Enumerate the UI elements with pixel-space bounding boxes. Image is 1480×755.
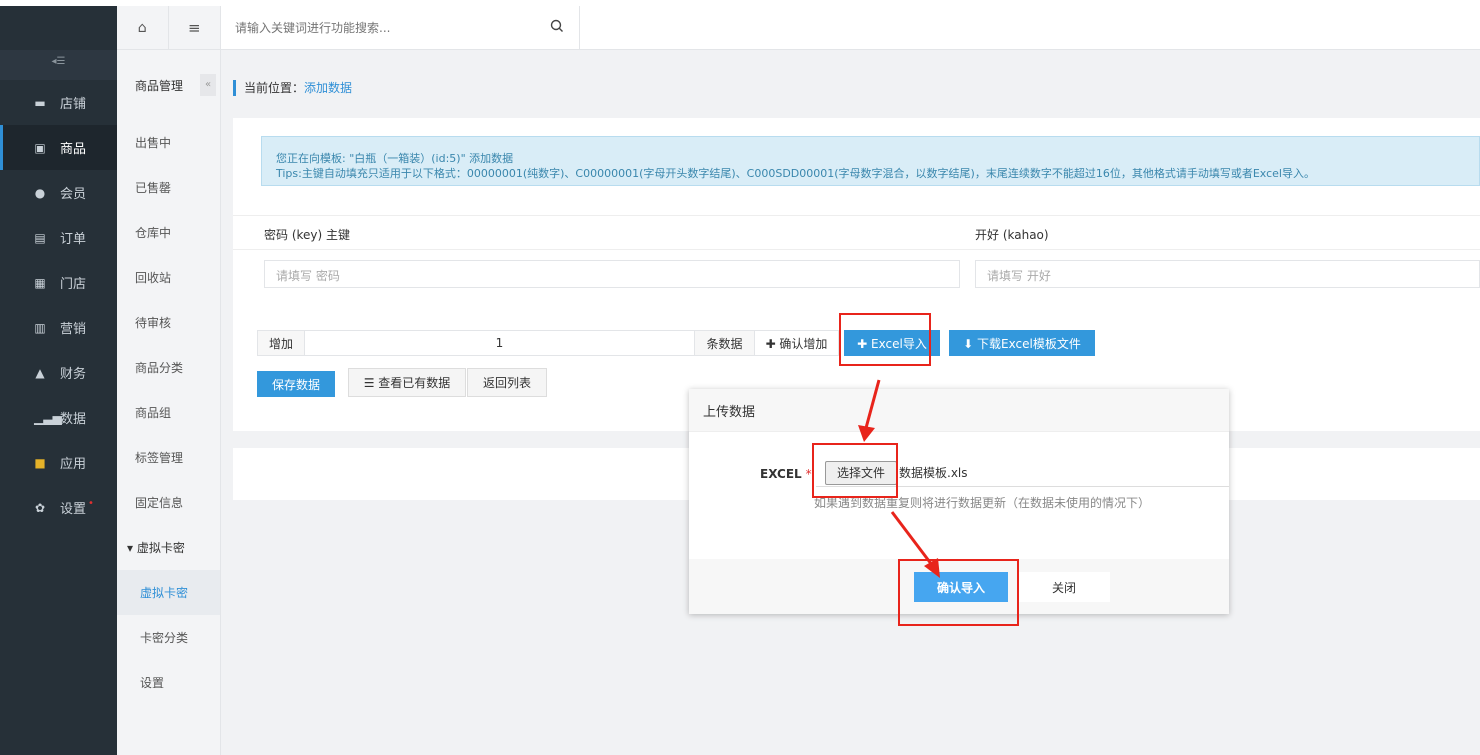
sidebar-item-label: 应用 [60,457,87,472]
submenu-item-category[interactable]: 商品分类 [117,345,220,390]
sidebar-item-order[interactable]: ▤ 订单 [0,215,117,260]
gift-icon: ▥ [34,320,46,335]
goods-icon: ▣ [34,140,46,155]
sidebar-item-shop[interactable]: ▦ 门店 [0,260,117,305]
form-panel: 您正在向模板: "白瓶（一箱装）(id:5)" 添加数据 Tips:主键自动填充… [233,118,1480,431]
sidebar-item-label: 财务 [60,367,87,382]
submenu-item-soldout[interactable]: 已售罄 [117,165,220,210]
submenu-item-tags[interactable]: 标签管理 [117,435,220,480]
logo-area [0,6,117,50]
sidebar-item-marketing[interactable]: ▥ 营销 [0,305,117,350]
sidebar-item-label: 订单 [60,232,87,247]
excel-label: EXCEL * [760,467,812,481]
sidebar-item-label: 门店 [60,277,87,292]
sidebar-item-label: 数据 [60,412,87,427]
sidebar-item-apps[interactable]: ■ 应用 [0,440,117,485]
required-mark: * [805,467,812,481]
sidebar-item-settings[interactable]: ✿ 设置 • [0,485,117,530]
kahao-input[interactable]: 请填写 开好 [975,260,1480,288]
sidebar-item-member[interactable]: ● 会员 [0,170,117,215]
kahao-field-label: 开好 (kahao) [975,228,1049,242]
download-template-button[interactable]: ⬇ 下载Excel模板文件 [949,330,1095,356]
submenu-title-label: 商品管理 [135,78,184,93]
sidebar-item-store[interactable]: ▬ 店铺 [0,80,117,125]
sidebar-item-label: 店铺 [60,97,87,112]
menu-icon[interactable]: ≡ [169,6,221,49]
excel-label-text: EXCEL [760,467,802,481]
annotation-box-file [812,443,898,498]
finance-icon: ▲ [35,365,45,380]
confirm-add-button[interactable]: ✚ 确认增加 [755,330,839,356]
divider [233,249,1480,250]
sidebar-item-goods[interactable]: ▣ 商品 [0,125,117,170]
sidebar-item-finance[interactable]: ▲ 财务 [0,350,117,395]
collapse-icon[interactable]: « [200,74,216,96]
submenu-group-virtual-card[interactable]: ▾ 虚拟卡密 [117,525,220,570]
add-row-group: 增加 1 条数据 ✚ 确认增加 [257,330,839,356]
shop-icon: ▦ [34,275,46,290]
apps-icon: ■ [34,455,46,470]
modal-title: 上传数据 [689,389,1229,432]
add-count-input[interactable]: 1 [305,330,695,356]
submenu-item-group[interactable]: 商品组 [117,390,220,435]
unit-label: 条数据 [695,330,755,356]
store-icon: ▬ [34,95,46,110]
sidebar-item-data[interactable]: ▁▃▅ 数据 [0,395,117,440]
breadcrumb: 当前位置：添加数据 [233,80,352,96]
submenu-item-virtual-card[interactable]: 虚拟卡密 [117,570,220,615]
submenu-item-selling[interactable]: 出售中 [117,120,220,165]
view-data-button[interactable]: ☰ 查看已有数据 [348,368,466,397]
gear-icon: ✿ [34,500,46,515]
sidebar-item-label: 设置 [60,502,87,517]
submenu-title: 商品管理 « [117,50,220,120]
order-icon: ▤ [34,230,46,245]
tips-line1: 您正在向模板: "白瓶（一箱装）(id:5)" 添加数据 [276,152,514,165]
home-icon[interactable]: ⌂ [117,6,169,49]
sidebar-item-label: 营销 [60,322,87,337]
chart-icon: ▁▃▅ [34,410,62,425]
notification-dot: • [88,498,94,509]
annotation-box-excel [839,313,931,366]
add-label: 增加 [257,330,305,356]
submenu-item-card-settings[interactable]: 设置 [117,660,220,705]
submenu-header: ⌂ ≡ [117,6,220,50]
submenu-sidebar: ⌂ ≡ 商品管理 « 出售中 已售罄 仓库中 回收站 待审核 商品分类 商品组 … [117,6,221,755]
search-icon[interactable] [549,18,565,34]
back-list-button[interactable]: 返回列表 [467,368,547,397]
breadcrumb-prefix: 当前位置： [244,81,305,95]
sidebar-collapse-toggle[interactable]: ◂☰ [0,50,117,80]
save-data-button[interactable]: 保存数据 [257,371,335,397]
submenu-item-fixed-info[interactable]: 固定信息 [117,480,220,525]
breadcrumb-current[interactable]: 添加数据 [304,81,352,95]
sidebar-item-label: 商品 [60,142,87,157]
tips-line2: Tips:主键自动填充只适用于以下格式：00000001(纯数字)、C00000… [276,167,1315,180]
search-box [221,6,580,50]
file-name: 数据模板.xls [899,466,968,480]
submenu-item-warehouse[interactable]: 仓库中 [117,210,220,255]
submenu-item-pending[interactable]: 待审核 [117,300,220,345]
key-field-label: 密码 (key) 主键 [264,228,350,242]
submenu-item-card-category[interactable]: 卡密分类 [117,615,220,660]
search-input[interactable] [235,18,535,38]
divider [233,215,1480,216]
close-button[interactable]: 关闭 [1018,572,1110,602]
main-sidebar: ◂☰ ▬ 店铺 ▣ 商品 ● 会员 ▤ 订单 ▦ 门店 ▥ 营销 ▲ 财务 ▁▃… [0,6,117,755]
annotation-box-confirm [898,559,1019,626]
tips-alert: 您正在向模板: "白瓶（一箱装）(id:5)" 添加数据 Tips:主键自动填充… [261,136,1480,186]
top-bar [221,6,1480,50]
user-icon: ● [34,185,46,200]
key-input[interactable]: 请填写 密码 [264,260,960,288]
submenu-item-recycle[interactable]: 回收站 [117,255,220,300]
sidebar-item-label: 会员 [60,187,87,202]
